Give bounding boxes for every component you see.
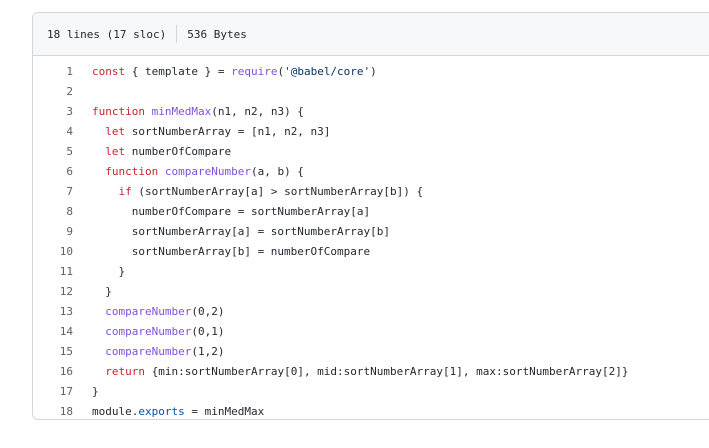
line-code: } (92, 285, 112, 298)
line-number[interactable]: 10 (33, 242, 73, 262)
line-number[interactable]: 7 (33, 182, 73, 202)
file-size: 536 Bytes (187, 27, 247, 41)
line-code: sortNumberArray[b] = numberOfCompare (92, 245, 371, 258)
line-number[interactable]: 1 (33, 62, 73, 82)
line-code: } (92, 265, 126, 278)
line-number[interactable]: 17 (33, 382, 73, 402)
line-number[interactable]: 6 (33, 162, 73, 182)
code-line: 14 compareNumber(0,1) (33, 322, 709, 342)
line-number[interactable]: 18 (33, 402, 73, 419)
line-code: compareNumber(0,2) (105, 305, 225, 318)
line-number[interactable]: 2 (33, 82, 73, 102)
line-code: const { template } = require('@babel/cor… (92, 65, 377, 78)
line-number[interactable]: 14 (33, 322, 73, 342)
line-number[interactable]: 13 (33, 302, 73, 322)
line-code: } (92, 385, 99, 398)
line-number[interactable]: 12 (33, 282, 73, 302)
line-count: 18 lines (17 sloc) (47, 27, 167, 41)
file-viewer: 18 lines (17 sloc) 536 Bytes 1 const { te… (32, 12, 709, 420)
line-number[interactable]: 15 (33, 342, 73, 362)
line-number[interactable]: 4 (33, 122, 73, 142)
code-line: 7 if (sortNumberArray[a] > sortNumberArr… (33, 182, 709, 202)
line-code: module.exports = minMedMax (92, 405, 265, 418)
line-number[interactable]: 9 (33, 222, 73, 242)
code-line: 6 function compareNumber(a, b) { (33, 162, 709, 182)
line-code: numberOfCompare = sortNumberArray[a] (92, 205, 371, 218)
code-line: 11 } (33, 262, 709, 282)
line-number[interactable]: 8 (33, 202, 73, 222)
line-code: return {min:sortNumberArray[0], mid:sort… (105, 365, 629, 378)
code-line: 5 let numberOfCompare (33, 142, 709, 162)
line-code: let sortNumberArray = [n1, n2, n3] (105, 125, 331, 138)
code-line: 3 function minMedMax(n1, n2, n3) { (33, 102, 709, 122)
code-line: 15 compareNumber(1,2) (33, 342, 709, 362)
divider (176, 25, 178, 43)
line-code: sortNumberArray[a] = sortNumberArray[b] (92, 225, 391, 238)
code-view: 1 const { template } = require('@babel/co… (33, 62, 709, 419)
line-code: let numberOfCompare (105, 145, 232, 158)
code-line: 2 (33, 82, 709, 102)
code-line: 17} (33, 382, 709, 402)
code-line: 13 compareNumber(0,2) (33, 302, 709, 322)
line-code: function compareNumber(a, b) { (105, 165, 304, 178)
line-code: if (sortNumberArray[a] > sortNumberArray… (118, 185, 424, 198)
line-code: compareNumber(1,2) (105, 345, 225, 358)
line-number[interactable]: 5 (33, 142, 73, 162)
code-line: 10 sortNumberArray[b] = numberOfCompare (33, 242, 709, 262)
file-info-bar: 18 lines (17 sloc) 536 Bytes (33, 13, 709, 56)
line-number[interactable]: 3 (33, 102, 73, 122)
code-line: 12 } (33, 282, 709, 302)
line-number[interactable]: 16 (33, 362, 73, 382)
line-number[interactable]: 11 (33, 262, 73, 282)
code-line: 1 const { template } = require('@babel/co… (33, 62, 709, 82)
line-code: function minMedMax(n1, n2, n3) { (92, 105, 304, 118)
code-line: 4 let sortNumberArray = [n1, n2, n3] (33, 122, 709, 142)
line-code: compareNumber(0,1) (105, 325, 225, 338)
code-line: 8 numberOfCompare = sortNumberArray[a] (33, 202, 709, 222)
code-line: 16 return {min:sortNumberArray[0], mid:s… (33, 362, 709, 382)
code-line: 9 sortNumberArray[a] = sortNumberArray[b… (33, 222, 709, 242)
code-line: 18 module.exports = minMedMax (33, 402, 709, 419)
